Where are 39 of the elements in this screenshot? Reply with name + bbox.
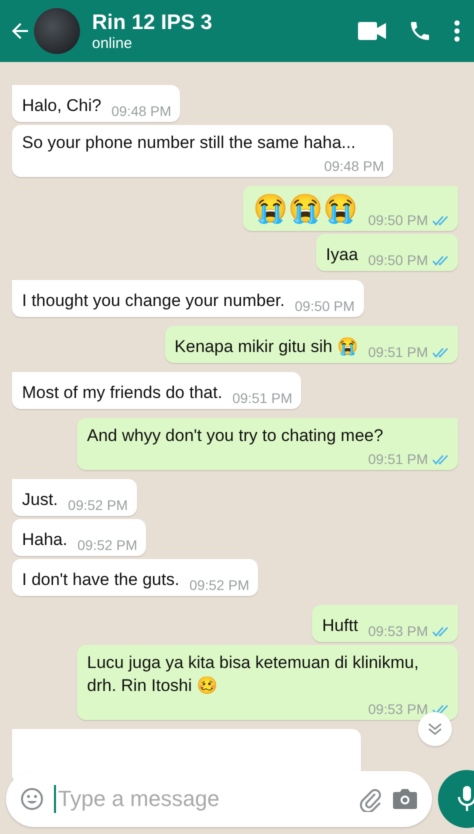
message-time: 09:53 PM xyxy=(368,700,428,718)
message-time: 09:52 PM xyxy=(189,576,250,594)
contact-name: Rin 12 IPS 3 xyxy=(92,10,214,34)
paperclip-icon[interactable] xyxy=(358,786,382,812)
message-time: 09:48 PM xyxy=(324,157,384,175)
message-time: 09:48 PM xyxy=(111,102,172,120)
message-time: 09:51 PM xyxy=(232,389,292,407)
message-text: So your phone number still the same haha... xyxy=(22,132,356,154)
avatar[interactable] xyxy=(34,8,80,54)
message-text: Lucu juga ya kita bisa ketemuan di klinikmu, drh. Rin Itoshi 🥴 xyxy=(87,652,420,697)
camera-icon[interactable] xyxy=(392,788,418,810)
message-text: Halo, Chi? xyxy=(22,95,102,117)
message-text: Most of my friends do that. xyxy=(22,382,222,404)
scroll-down-button[interactable] xyxy=(418,712,452,746)
message-text: And whyy don't you try to chating mee? xyxy=(87,425,384,447)
phone-icon[interactable] xyxy=(408,19,432,43)
message-time: 09:53 PM xyxy=(368,622,428,640)
message-time: 09:50 PM xyxy=(294,297,355,315)
contact-status: online xyxy=(92,34,134,52)
message-time: 09:52 PM xyxy=(77,536,138,554)
message-text: I don't have the guts. xyxy=(22,569,180,591)
emoji-icon[interactable] xyxy=(20,787,44,811)
message-text: Iyaa xyxy=(326,244,358,266)
message-time: 09:51 PM xyxy=(368,343,428,361)
message-field[interactable]: Type a message xyxy=(6,771,432,827)
mic-icon xyxy=(457,785,474,813)
message-time: 09:50 PM xyxy=(368,211,428,229)
message-text: 😭😭😭 xyxy=(253,192,358,226)
menu-icon[interactable] xyxy=(454,20,460,42)
message-text: I thought you change your number. xyxy=(22,290,285,312)
video-call-icon[interactable] xyxy=(358,21,386,41)
message-text: Huftt xyxy=(322,615,358,637)
double-chevron-icon xyxy=(427,722,443,736)
message-time: 09:51 PM xyxy=(368,450,428,468)
message-text: Haha. xyxy=(22,529,68,551)
message-time: 09:52 PM xyxy=(68,496,128,514)
message-text: Kenapa mikir gitu sih 😭 xyxy=(174,336,358,358)
message-text: Just. xyxy=(22,489,58,511)
message-time: 09:50 PM xyxy=(368,251,428,269)
